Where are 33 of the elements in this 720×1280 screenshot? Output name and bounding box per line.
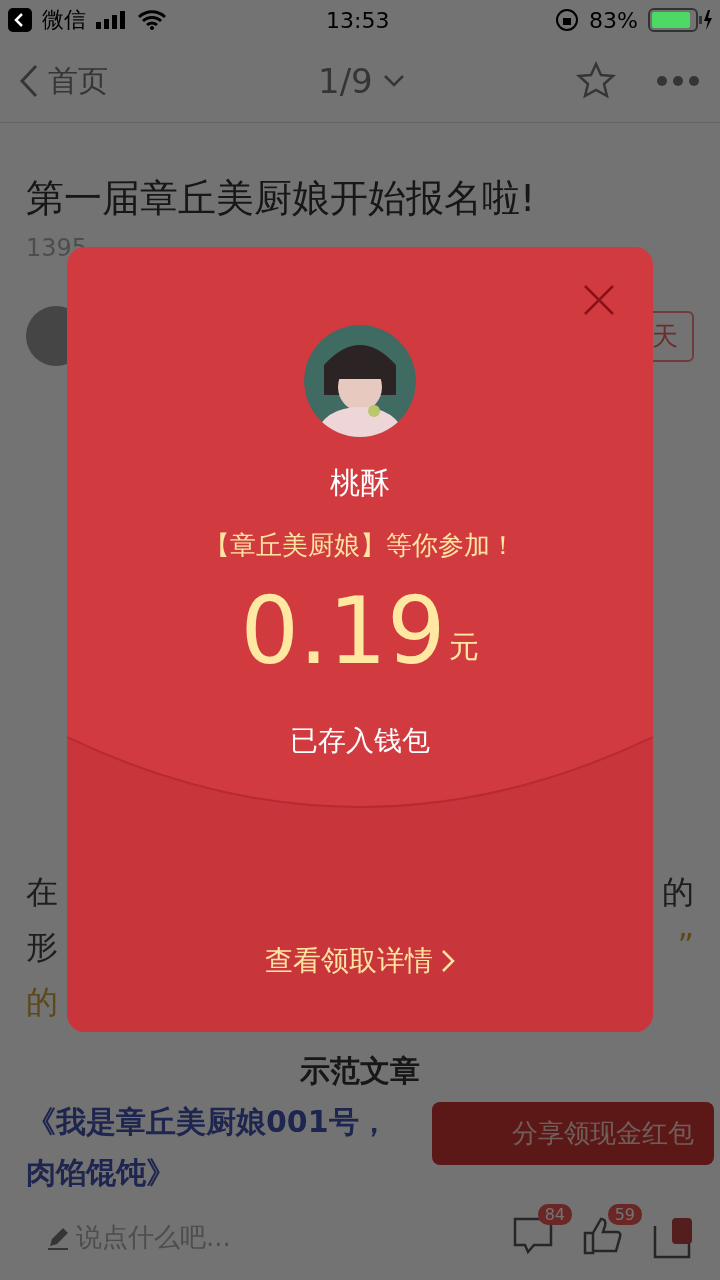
- wifi-icon: [138, 10, 166, 30]
- article-title: 第一届章丘美厨娘开始报名啦!: [26, 175, 537, 222]
- paragraph-text: 在: [26, 872, 58, 913]
- currency-unit: 元: [449, 628, 480, 667]
- paragraph-text: 的: [26, 982, 58, 1023]
- details-link[interactable]: 查看领取详情: [265, 942, 433, 980]
- section-heading: 示范文章: [299, 1052, 421, 1090]
- close-icon[interactable]: [583, 284, 615, 316]
- comment-count: 84: [537, 1203, 572, 1225]
- invite-text: 【章丘美厨娘】等你参加！: [204, 529, 516, 562]
- back-link[interactable]: 首页: [48, 60, 108, 102]
- rotation-lock-icon: [555, 8, 580, 32]
- share-tooltip[interactable]: 分享领现金红包: [432, 1102, 714, 1165]
- battery-icon: [648, 8, 712, 32]
- caret-icon[interactable]: [382, 74, 405, 88]
- amount: 0.19: [240, 581, 446, 683]
- deposit-status: 已存入钱包: [290, 723, 430, 760]
- star-icon[interactable]: [576, 61, 616, 101]
- like-count: 59: [607, 1203, 642, 1225]
- more-icon[interactable]: [656, 75, 700, 87]
- sender-name: 桃酥: [330, 464, 390, 502]
- paragraph-text: 形: [26, 927, 58, 968]
- back-to-app[interactable]: 微信: [42, 5, 86, 35]
- clock: 13:53: [326, 7, 390, 33]
- paragraph-text: ”: [677, 926, 694, 966]
- signal-icon: [96, 11, 128, 29]
- back-chevron-icon[interactable]: [20, 64, 38, 98]
- pencil-icon: [46, 1225, 70, 1250]
- page-selector[interactable]: 1/9: [318, 61, 373, 101]
- chevron-right-icon[interactable]: [441, 949, 455, 973]
- paragraph-text: 的: [662, 872, 694, 913]
- share-icon[interactable]: [652, 1215, 694, 1260]
- battery-percent: 83%: [589, 7, 638, 33]
